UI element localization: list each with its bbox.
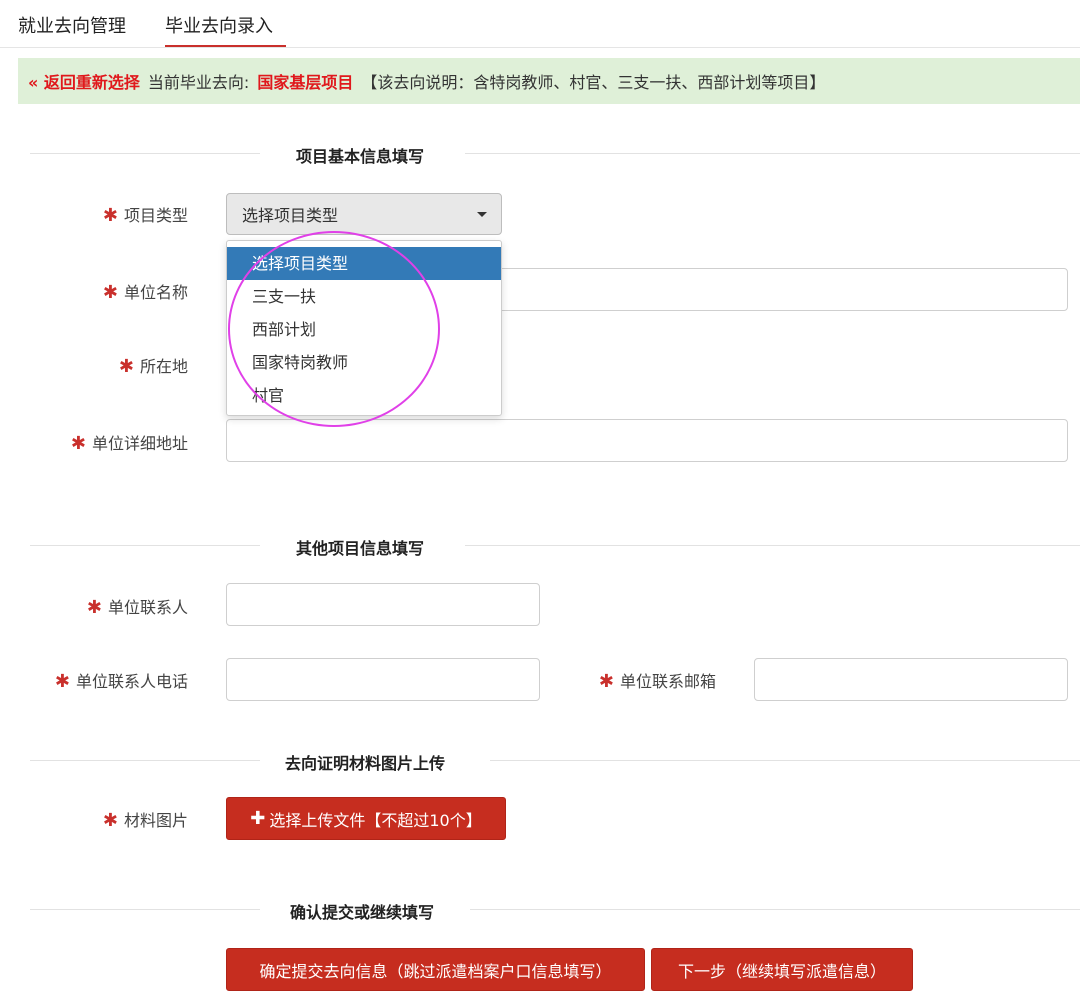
required-asterisk: ✱ xyxy=(118,356,134,377)
dropdown-option[interactable]: 村官 xyxy=(227,379,501,412)
upload-file-button[interactable]: ✚ 选择上传文件【不超过10个】 xyxy=(226,797,506,840)
required-asterisk: ✱ xyxy=(54,671,70,692)
current-destination-prefix: 当前毕业去向: xyxy=(147,73,250,92)
back-reselect-link[interactable]: « 返回重新选择 xyxy=(28,69,140,93)
submit-destination-button[interactable]: 确定提交去向信息（跳过派遣档案户口信息填写） xyxy=(226,948,645,991)
dropdown-option[interactable]: 西部计划 xyxy=(227,313,501,346)
section-divider-left xyxy=(30,909,260,910)
dropdown-option[interactable]: 选择项目类型 xyxy=(227,247,501,280)
tab-destination-entry[interactable]: 毕业去向录入 xyxy=(165,12,273,38)
section-divider-right xyxy=(465,545,1080,546)
contact-email-input[interactable] xyxy=(754,658,1068,701)
required-asterisk: ✱ xyxy=(102,282,118,303)
required-asterisk: ✱ xyxy=(102,810,118,831)
tab-employment-management[interactable]: 就业去向管理 xyxy=(18,12,126,38)
section-divider-left xyxy=(30,545,260,546)
location-label: ✱ 所在地 xyxy=(118,356,188,377)
contact-label: ✱ 单位联系人 xyxy=(86,597,188,618)
section-title-confirm: 确认提交或继续填写 xyxy=(289,903,434,922)
current-destination-banner: « 返回重新选择 当前毕业去向: 国家基层项目 【该去向说明：含特岗教师、村官、… xyxy=(18,58,1080,104)
unit-address-input[interactable] xyxy=(226,419,1068,462)
project-type-select[interactable]: 选择项目类型 xyxy=(226,193,502,235)
project-type-dropdown: 选择项目类型 三支一扶 西部计划 国家特岗教师 村官 xyxy=(226,240,502,416)
destination-description: 【该去向说明：含特岗教师、村官、三支一扶、西部计划等项目】 xyxy=(361,73,826,92)
dropdown-option[interactable]: 三支一扶 xyxy=(227,280,501,313)
materials-label: ✱ 材料图片 xyxy=(102,810,188,831)
section-divider-left xyxy=(30,760,260,761)
section-divider-right xyxy=(490,760,1080,761)
section-divider-right xyxy=(465,153,1080,154)
section-title-basic: 项目基本信息填写 xyxy=(295,147,424,166)
tab-bar-divider xyxy=(0,47,1080,48)
current-destination-value: 国家基层项目 xyxy=(257,73,354,92)
unit-name-label: ✱ 单位名称 xyxy=(102,282,188,303)
chevron-down-icon xyxy=(477,212,487,217)
plus-icon: ✚ xyxy=(250,808,266,829)
project-type-label: ✱ 项目类型 xyxy=(102,205,188,226)
section-divider-right xyxy=(470,909,1080,910)
section-divider-left xyxy=(30,153,260,154)
contact-phone-label: ✱ 单位联系人电话 xyxy=(54,671,188,692)
project-type-selected-value: 选择项目类型 xyxy=(242,206,339,225)
contact-input[interactable] xyxy=(226,583,540,626)
required-asterisk: ✱ xyxy=(598,671,614,692)
section-title-upload: 去向证明材料图片上传 xyxy=(284,754,445,773)
contact-phone-input[interactable] xyxy=(226,658,540,701)
unit-name-input[interactable] xyxy=(490,268,1068,311)
section-title-other: 其他项目信息填写 xyxy=(295,539,424,558)
active-tab-indicator xyxy=(165,45,286,47)
upload-button-label: 选择上传文件【不超过10个】 xyxy=(269,810,482,830)
contact-email-label: ✱ 单位联系邮箱 xyxy=(598,671,716,692)
unit-address-label: ✱ 单位详细地址 xyxy=(70,433,188,454)
next-step-button[interactable]: 下一步（继续填写派遣信息） xyxy=(651,948,913,991)
dropdown-option[interactable]: 国家特岗教师 xyxy=(227,346,501,379)
required-asterisk: ✱ xyxy=(86,597,102,618)
required-asterisk: ✱ xyxy=(70,433,86,454)
required-asterisk: ✱ xyxy=(102,205,118,226)
